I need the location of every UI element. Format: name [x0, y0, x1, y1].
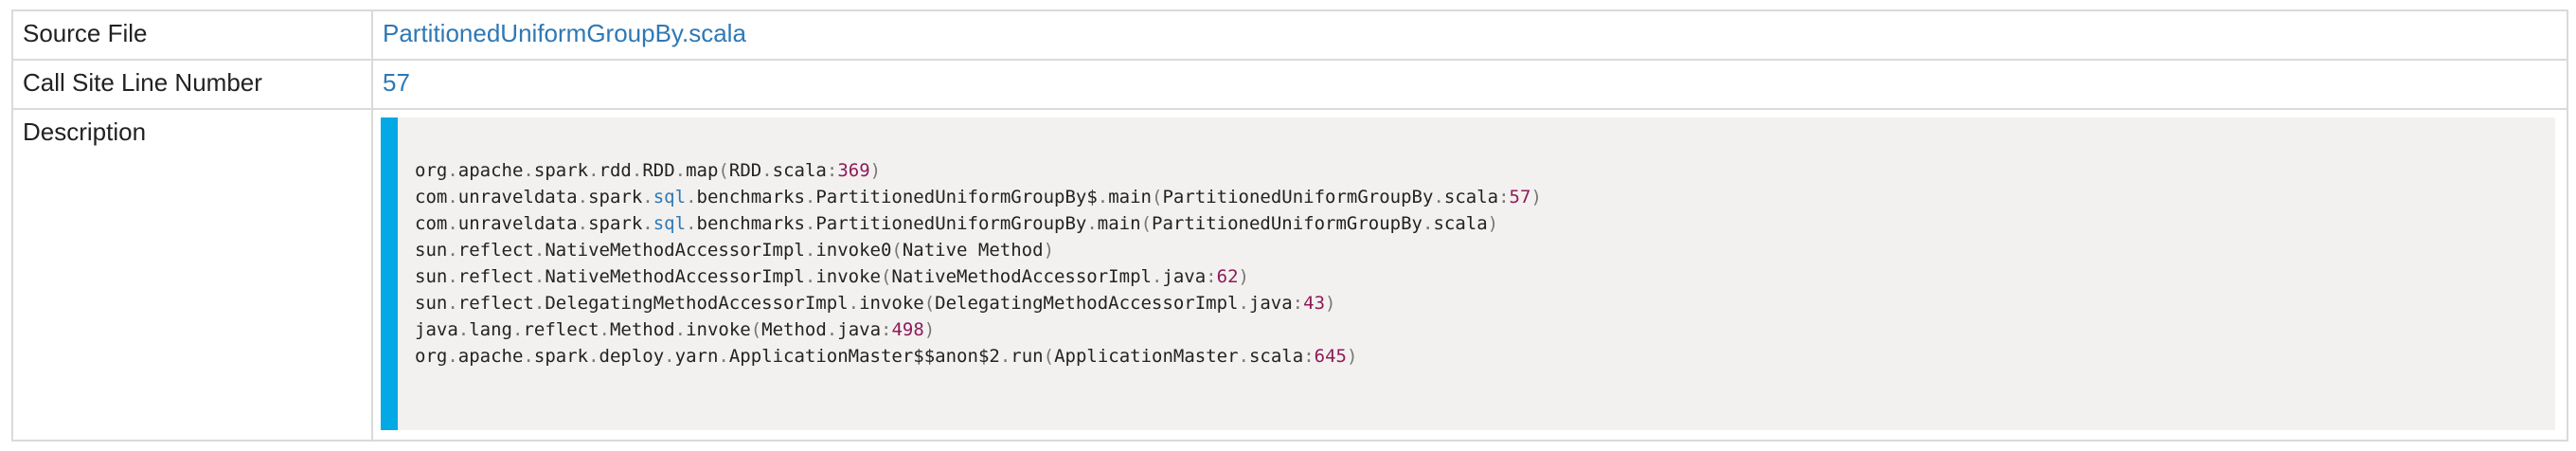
stack-trace-line: org.apache.spark.deploy.yarn.Application… [415, 346, 1358, 367]
source-file-label: Source File [11, 9, 373, 61]
call-site-line-link[interactable]: 57 [383, 68, 410, 97]
source-file-link[interactable]: PartitionedUniformGroupBy.scala [383, 19, 746, 47]
stack-trace-line: org.apache.spark.rdd.RDD.map(RDD.scala:3… [415, 160, 882, 181]
description-value-cell: org.apache.spark.rdd.RDD.map(RDD.scala:3… [371, 108, 2568, 442]
description-label: Description [11, 108, 373, 442]
call-site-label: Call Site Line Number [11, 59, 373, 110]
call-site-value-cell: 57 [371, 59, 2568, 110]
call-site-row: Call Site Line Number 57 [11, 59, 2568, 110]
description-row: Description org.apache.spark.rdd.RDD.map… [11, 108, 2568, 442]
stack-trace-code-block: org.apache.spark.rdd.RDD.map(RDD.scala:3… [381, 117, 2555, 430]
stack-trace-line: java.lang.reflect.Method.invoke(Method.j… [415, 319, 936, 340]
stack-trace-line: com.unraveldata.spark.sql.benchmarks.Par… [415, 187, 1542, 207]
source-file-value-cell: PartitionedUniformGroupBy.scala [371, 9, 2568, 61]
source-file-row: Source File PartitionedUniformGroupBy.sc… [11, 9, 2568, 61]
stack-trace-line: sun.reflect.NativeMethodAccessorImpl.inv… [415, 240, 1055, 261]
stack-trace-line: sun.reflect.DelegatingMethodAccessorImpl… [415, 293, 1336, 314]
details-table: Source File PartitionedUniformGroupBy.sc… [11, 9, 2568, 442]
stack-trace-line: sun.reflect.NativeMethodAccessorImpl.inv… [415, 266, 1249, 287]
stack-trace-line: com.unraveldata.spark.sql.benchmarks.Par… [415, 213, 1499, 234]
